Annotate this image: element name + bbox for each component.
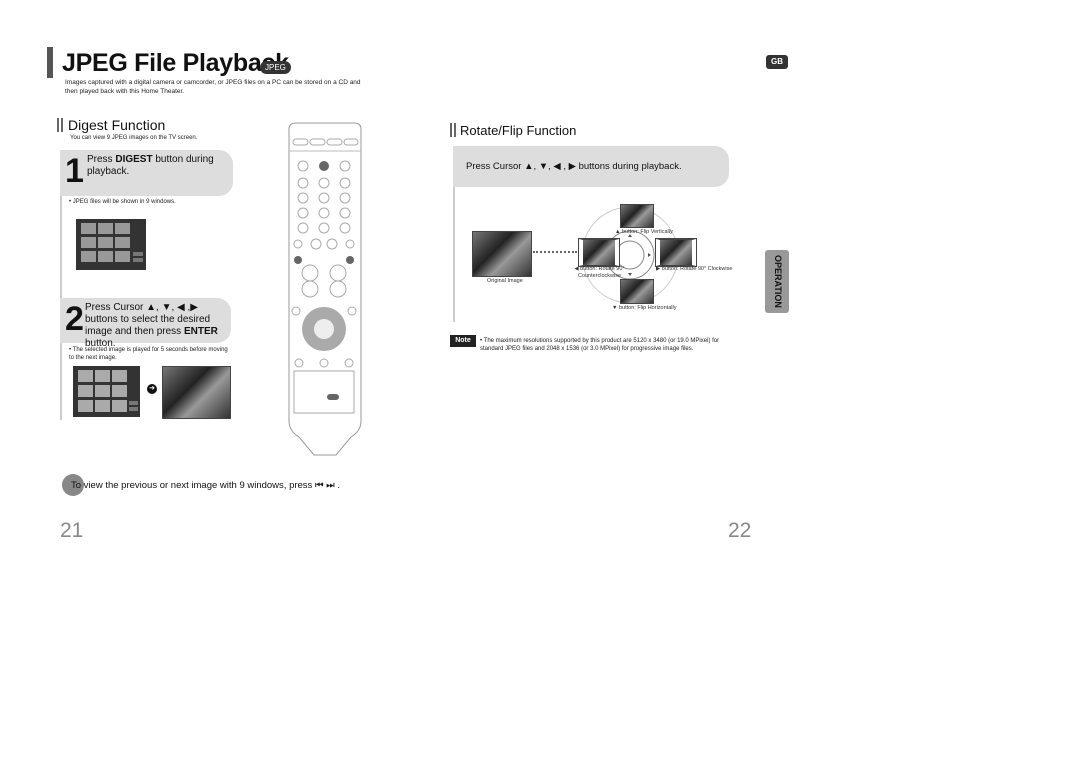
kitten-photo: [162, 366, 231, 419]
original-image: [472, 231, 532, 277]
left-caption: ◀ button: Rotate 90° Counterclockwise: [574, 266, 625, 279]
note-label: Note: [450, 335, 476, 347]
section-line: [453, 187, 455, 322]
title-bar-accent: [47, 47, 53, 78]
digest-heading: Digest Function: [68, 117, 166, 133]
rotate-heading: Rotate/Flip Function: [460, 123, 577, 138]
page-number-right: 22: [728, 519, 752, 542]
rotate-ccw-image: [578, 238, 620, 267]
thumbnail-grid: [81, 223, 143, 262]
flip-horizontal-image: [620, 279, 654, 304]
intro-text: Images captured with a digital camera or…: [65, 79, 361, 95]
remote-control-illustration: [288, 122, 362, 456]
step1-text: Press DIGEST button during playback.: [87, 154, 214, 177]
arrow-right-icon: ➜: [147, 384, 157, 394]
digest-select-image: [73, 366, 140, 417]
heading-bar: [61, 118, 63, 132]
step2-text: Press Cursor ▲, ▼, ◀ ,▶ buttons to selec…: [85, 302, 218, 349]
up-caption: ▲ button: Flip Vertically: [615, 229, 673, 235]
down-caption: ▼ button: Flip Horizontally: [612, 305, 677, 311]
heading-bar: [450, 123, 452, 137]
footer-tip: To view the previous or next image with …: [71, 480, 340, 491]
rotate-cw-image: [655, 238, 697, 267]
note-text: • The maximum resolutions supported by t…: [480, 338, 720, 352]
region-badge: GB: [766, 55, 788, 69]
thumbnail-grid: [78, 370, 138, 412]
flip-vertical-image: [620, 204, 654, 228]
page-number-left: 21: [60, 519, 84, 542]
heading-bar: [454, 123, 456, 137]
step2-number: 2: [65, 300, 84, 338]
digest-grid-image: [76, 219, 146, 270]
operation-tab: OPERATION: [765, 250, 789, 313]
manual-page: JPEG File Playback JPEG Images captured …: [0, 0, 1080, 763]
step2-bullet: • The selected image is played for 5 sec…: [69, 347, 228, 361]
jpeg-badge: JPEG: [260, 61, 291, 74]
operation-label: OPERATION: [773, 255, 783, 308]
step1-bullet: • JPEG files will be shown in 9 windows.: [69, 199, 176, 205]
dotted-connector: [533, 251, 577, 253]
original-caption: Original Image: [487, 278, 523, 284]
page-title: JPEG File Playback: [62, 49, 289, 77]
right-caption: ▶ button: Rotate 90° Clockwise: [656, 266, 733, 272]
step1-number: 1: [65, 152, 84, 190]
digest-subtitle: You can view 9 JPEG images on the TV scr…: [70, 135, 198, 141]
rotate-instruction: Press Cursor ▲, ▼, ◀ , ▶ buttons during …: [466, 161, 682, 172]
heading-bar: [57, 118, 59, 132]
